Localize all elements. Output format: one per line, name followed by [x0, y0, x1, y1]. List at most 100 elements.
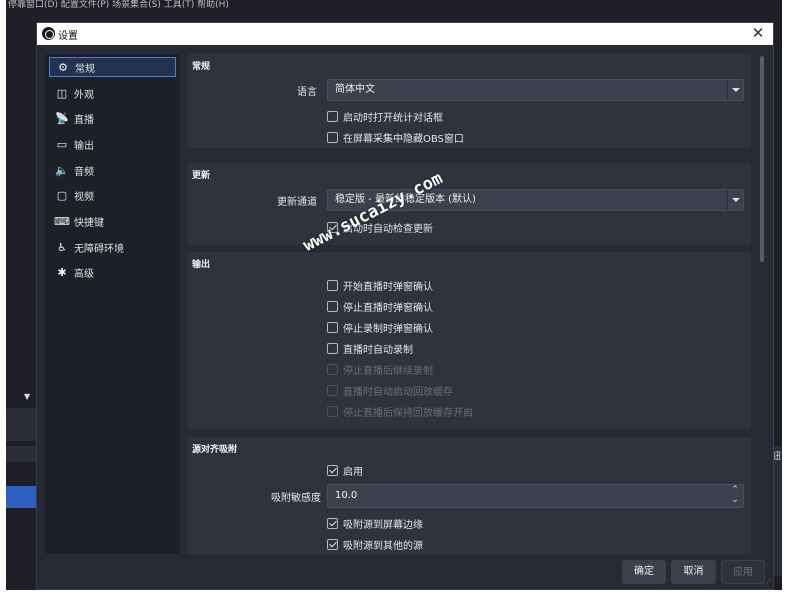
checkbox-box[interactable] [327, 221, 338, 233]
palette-icon: ◫ [56, 86, 68, 100]
sidebar-item-label: 音频 [74, 166, 94, 178]
sidebar-item-label: 常规 [75, 63, 95, 75]
checkbox-snap-other-sources[interactable]: 吸附源到其他的源 [327, 537, 423, 552]
spinbox-arrows[interactable]: ⌃ ⌄ [727, 485, 743, 507]
checkbox-box[interactable] [327, 538, 338, 550]
sidebar-item-label: 外观 [74, 89, 94, 101]
checkbox-box[interactable] [327, 110, 338, 122]
chevron-down-icon [727, 80, 743, 100]
language-label: 语言 [297, 87, 317, 98]
main-menubar: 停靠窗口(D) 配置文件(P) 场景集合(S) 工具(T) 帮助(H) [6, 0, 782, 14]
checkbox-label: 停止直播后保持回放缓存开启 [343, 407, 473, 419]
cancel-button[interactable]: 取消 [671, 560, 716, 584]
output-icon: ▭ [56, 137, 68, 151]
speaker-icon: 🔈 [55, 163, 69, 177]
checkbox-label: 直播时自动启动回放缓存 [343, 386, 453, 398]
gear-icon: ⚙ [58, 60, 68, 74]
sidebar-item-video[interactable]: ▢ 视频 [49, 185, 176, 205]
checkbox-box[interactable] [327, 279, 338, 291]
update-channel-value: 稳定版 - 最新的稳定版本 (默认) [335, 194, 476, 205]
checkbox-confirm-stop-stream[interactable]: 停止直播时弹窗确认 [327, 299, 433, 314]
sidebar-item-general[interactable]: ⚙ 常规 [49, 57, 176, 77]
general-group: 常规 语言 简体中文 启动时打开统计对话框 在屏幕采集中隐藏OBS窗口 [187, 54, 751, 148]
keyboard-icon: ⌨ [54, 214, 70, 228]
scrollbar-thumb[interactable] [760, 56, 764, 262]
obs-logo-icon [42, 27, 55, 40]
snap-sensitivity-spinbox[interactable]: 10.0 ⌃ ⌄ [327, 484, 744, 508]
checkbox-box[interactable] [327, 517, 338, 529]
checkbox-auto-update[interactable]: 启动时自动检查更新 [327, 220, 433, 235]
sidebar-item-audio[interactable]: 🔈 音频 [49, 160, 176, 180]
update-channel-label: 更新通道 [277, 197, 317, 208]
main-panel-strip [6, 408, 36, 441]
checkbox-box[interactable] [327, 300, 338, 312]
dialog-title: 设置 [58, 31, 78, 42]
sidebar-item-label: 无障碍环境 [74, 243, 124, 255]
sidebar-item-label: 高级 [74, 268, 94, 280]
checkbox-box [327, 384, 338, 396]
checkbox-label: 吸附源到屏幕边缘 [343, 519, 423, 531]
sidebar-item-accessibility[interactable]: ♿ 无障碍环境 [49, 237, 176, 257]
sidebar-item-label: 输出 [74, 140, 94, 152]
checkbox-label: 吸附源到其他的源 [343, 540, 423, 552]
checkbox-label: 启动时自动检查更新 [343, 223, 433, 235]
sidebar-item-stream[interactable]: 📡 直播 [49, 108, 176, 128]
ok-button[interactable]: 确定 [622, 560, 666, 584]
language-value: 简体中文 [335, 84, 375, 95]
checkbox-auto-replay-buffer: 直播时自动启动回放缓存 [327, 383, 453, 398]
settings-sidebar: ⚙ 常规 ◫ 外观 📡 直播 ▭ 输出 🔈 音频 ▢ 视频 ⌨ 快捷键 ♿ 无障… [45, 54, 180, 554]
checkbox-confirm-stop-record[interactable]: 停止录制时弹窗确认 [327, 320, 433, 335]
apply-button: 应用 [721, 560, 765, 584]
dock-dropdown-icon[interactable]: ▼ [24, 392, 30, 401]
checkbox-auto-record[interactable]: 直播时自动录制 [327, 341, 413, 356]
checkbox-label: 停止直播后继续录制 [343, 365, 433, 377]
checkbox-keep-recording: 停止直播后继续录制 [327, 362, 433, 377]
group-title: 常规 [192, 62, 211, 72]
group-title: 源对齐吸附 [192, 445, 238, 455]
checkbox-keep-replay-buffer: 停止直播后保持回放缓存开启 [327, 404, 473, 419]
checkbox-label: 启用 [343, 466, 363, 478]
sidebar-item-appearance[interactable]: ◫ 外观 [49, 83, 176, 103]
main-panel-strip [6, 446, 36, 462]
checkbox-snapping-enable[interactable]: 启用 [327, 463, 363, 478]
accessibility-icon: ♿ [57, 240, 67, 254]
snap-sensitivity-value: 10.0 [335, 490, 358, 501]
main-panel-strip [6, 486, 36, 508]
checkbox-box[interactable] [327, 321, 338, 333]
checkbox-label: 在屏幕采集中隐藏OBS窗口 [343, 133, 464, 145]
sidebar-item-output[interactable]: ▭ 输出 [49, 134, 176, 154]
checkbox-box[interactable] [327, 131, 338, 143]
checkbox-confirm-start-stream[interactable]: 开始直播时弹窗确认 [327, 278, 433, 293]
checkbox-label: 停止直播时弹窗确认 [343, 302, 433, 314]
checkbox-box[interactable] [327, 342, 338, 354]
update-group: 更新 更新通道 稳定版 - 最新的稳定版本 (默认) 启动时自动检查更新 [187, 163, 751, 245]
chevron-down-icon[interactable]: ⌄ [727, 495, 743, 505]
checkbox-label: 启动时打开统计对话框 [343, 112, 443, 124]
group-title: 更新 [192, 171, 211, 181]
checkbox-label: 停止录制时弹窗确认 [343, 323, 433, 335]
settings-content: 常规 语言 简体中文 启动时打开统计对话框 在屏幕采集中隐藏OBS窗口 更新 更… [187, 54, 767, 554]
tools-icon: ✱ [57, 265, 67, 279]
group-title: 输出 [192, 260, 211, 270]
checkbox-snap-screen-edge[interactable]: 吸附源到屏幕边缘 [327, 516, 423, 531]
checkbox-label: 开始直播时弹窗确认 [343, 281, 433, 293]
chevron-up-icon[interactable]: ⌃ [727, 485, 743, 495]
settings-dialog: 设置 ✕ ⚙ 常规 ◫ 外观 📡 直播 ▭ 输出 🔈 音频 ▢ 视频 ⌨ 快捷键… [36, 22, 774, 590]
checkbox-hide-obs[interactable]: 在屏幕采集中隐藏OBS窗口 [327, 130, 464, 145]
dialog-titlebar: 设置 ✕ [37, 23, 773, 45]
snap-sensitivity-label: 吸附敏感度 [271, 493, 321, 504]
main-panel-strip [774, 446, 782, 576]
content-scrollbar[interactable] [759, 54, 765, 554]
close-button[interactable]: ✕ [749, 24, 767, 42]
checkbox-box [327, 405, 338, 417]
monitor-icon: ▢ [56, 188, 68, 202]
sidebar-item-hotkeys[interactable]: ⌨ 快捷键 [49, 211, 176, 231]
antenna-icon: 📡 [55, 111, 69, 125]
checkbox-box[interactable] [327, 464, 338, 476]
resize-grip-icon[interactable]: ⋰ [764, 579, 771, 587]
language-select[interactable]: 简体中文 [327, 79, 744, 101]
update-channel-select[interactable]: 稳定版 - 最新的稳定版本 (默认) [327, 189, 744, 211]
checkbox-open-stats[interactable]: 启动时打开统计对话框 [327, 109, 443, 124]
sidebar-item-label: 快捷键 [74, 217, 104, 229]
sidebar-item-advanced[interactable]: ✱ 高级 [49, 262, 176, 282]
